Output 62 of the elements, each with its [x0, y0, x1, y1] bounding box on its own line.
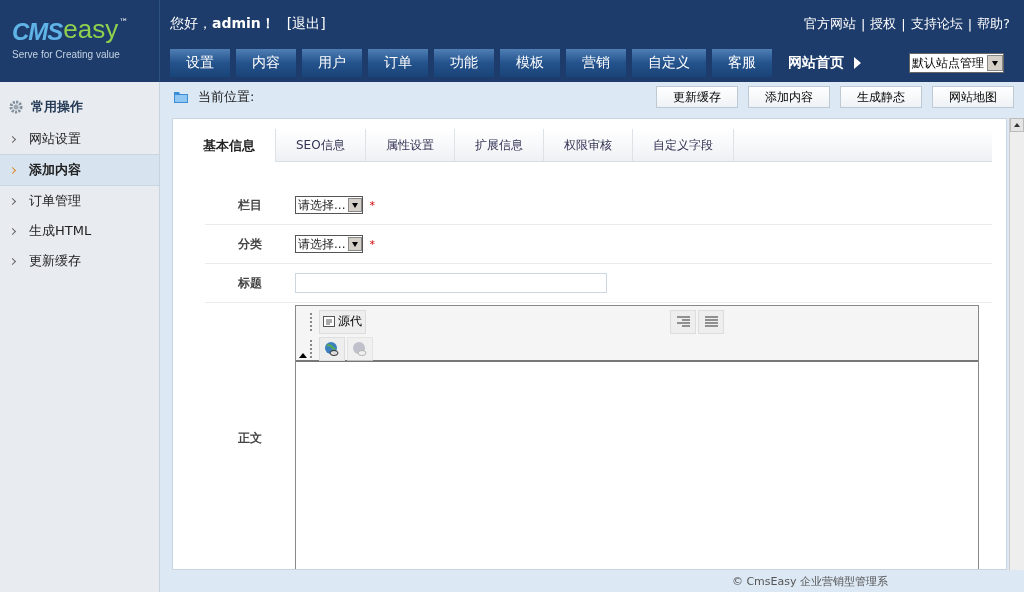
tab[interactable]: 权限审核 [543, 129, 633, 161]
home-link[interactable]: 网站首页 [788, 54, 844, 72]
logo-slogan: Serve for Creating value [12, 49, 121, 60]
required-mark: * [369, 198, 375, 212]
nav-tab[interactable]: 订单 [368, 49, 428, 77]
toolbar-button[interactable]: 网站地图 [932, 86, 1014, 108]
nav-tab[interactable]: 客服 [712, 49, 772, 77]
nav-tab[interactable]: 模板 [500, 49, 560, 77]
top-link[interactable]: 帮助? [977, 15, 1010, 33]
tab[interactable]: SEO信息 [276, 129, 366, 161]
field-label: 正文 [237, 429, 263, 447]
document-icon [323, 316, 335, 327]
user-name: admin！ [212, 15, 275, 33]
folder-icon [174, 91, 188, 103]
sidebar-item[interactable]: 更新缓存 [0, 246, 159, 276]
arrow-icon [854, 57, 861, 69]
nav-tab[interactable]: 用户 [302, 49, 362, 77]
site-select[interactable]: 默认站点管理 [909, 53, 1004, 73]
toolbar-grip [310, 339, 314, 358]
toolbar-grip [310, 312, 314, 331]
sidebar-item[interactable]: 订单管理 [0, 186, 159, 216]
nav-tab[interactable]: 设置 [170, 49, 230, 77]
justify-icon[interactable] [698, 309, 724, 334]
separator: | [860, 16, 866, 32]
sidebar-item[interactable]: 网站设置 [0, 124, 159, 154]
field-label: 栏目 [237, 196, 263, 214]
logo-word: easy [63, 18, 119, 42]
logout-link[interactable]: [退出] [286, 15, 326, 33]
logo-mark: CMS [12, 18, 63, 46]
tab[interactable]: 基本信息 [183, 129, 276, 162]
field-label: 标题 [237, 274, 263, 292]
breadcrumb-label: 当前位置: [198, 88, 255, 106]
sidebar-item[interactable]: 生成HTML [0, 216, 159, 246]
sidebar-item[interactable]: 添加内容 [0, 154, 159, 186]
footer-text: © CmsEasy 企业营销型管理系 [731, 573, 888, 589]
tab[interactable]: 扩展信息 [454, 129, 544, 161]
source-button[interactable]: 源代 [319, 309, 366, 334]
required-mark: * [369, 237, 375, 251]
toolbar-button[interactable]: 添加内容 [748, 86, 830, 108]
select-field[interactable]: 请选择... [295, 235, 364, 253]
nav-tab[interactable]: 自定义 [632, 49, 706, 77]
select-field[interactable]: 请选择... [295, 196, 364, 214]
separator: | [901, 16, 906, 32]
field-label: 分类 [237, 235, 263, 253]
top-link[interactable]: 官方网站 [803, 15, 856, 33]
trademark: ™ [119, 18, 129, 27]
toolbar-button[interactable]: 更新缓存 [656, 86, 738, 108]
separator: | [967, 16, 973, 32]
tab[interactable]: 自定义字段 [632, 129, 734, 161]
gear-icon [9, 100, 23, 114]
top-link[interactable]: 支持论坛 [910, 15, 963, 33]
align-right-icon[interactable] [670, 309, 696, 334]
tab[interactable]: 属性设置 [365, 129, 455, 161]
nav-tab[interactable]: 营销 [566, 49, 626, 77]
toolbar-button[interactable]: 生成静态 [840, 86, 922, 108]
greeting-text: 您好， [170, 15, 212, 33]
nav-tab[interactable]: 功能 [434, 49, 494, 77]
sidebar-title: 常用操作 [31, 98, 83, 116]
top-link[interactable]: 授权 [870, 15, 897, 33]
globe-link-icon[interactable] [319, 336, 345, 361]
nav-tab[interactable]: 内容 [236, 49, 296, 77]
title-input[interactable] [295, 273, 607, 293]
